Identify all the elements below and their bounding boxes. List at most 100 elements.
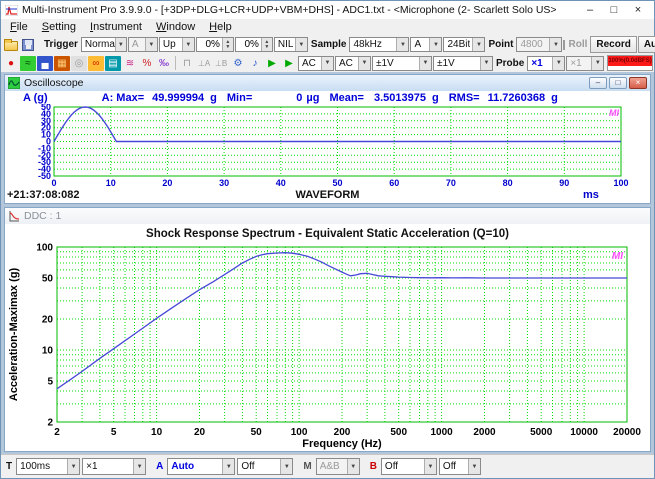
scope-restore-button[interactable]: □ (609, 77, 627, 89)
menu-setting[interactable]: Setting (35, 21, 83, 33)
coupling-a-select[interactable]: AC▼ (298, 56, 334, 71)
sample-channel-select[interactable]: A▼ (410, 37, 442, 52)
svg-text:2: 2 (47, 418, 53, 429)
multimeter-icon[interactable]: ◎ (71, 56, 87, 71)
dropdown-arrow-icon: ▼ (549, 38, 561, 51)
trigger-level-value: 0% (197, 38, 222, 51)
svg-text:80: 80 (503, 178, 513, 188)
svg-text:10000: 10000 (570, 427, 598, 438)
derived-data-icon[interactable]: ‰ (156, 56, 172, 71)
oscilloscope-titlebar[interactable]: Oscilloscope – □ × (5, 75, 650, 91)
waveform-x-unit: ms (583, 189, 599, 201)
trigger-edge-value: Up (160, 39, 176, 50)
coupling-b-select[interactable]: AC▼ (335, 56, 371, 71)
math-label: M (301, 461, 313, 472)
stat-min-value: 0 (296, 92, 302, 104)
svg-text:30: 30 (219, 178, 229, 188)
channel-a-extra-select[interactable]: Off▼ (237, 458, 293, 475)
probe-a-select[interactable]: ×1▼ (527, 56, 565, 71)
minimize-button[interactable]: – (578, 4, 602, 16)
stepper-arrows-icon: ▲▼ (261, 38, 272, 51)
save-file-button[interactable] (20, 37, 36, 52)
svg-text:60: 60 (389, 178, 399, 188)
sweep-time-select[interactable]: 100ms▼ (16, 458, 80, 475)
mdi-client-area: Oscilloscope – □ × A (g) A: Max= 49.9999… (1, 72, 654, 454)
record-button[interactable]: Record (590, 36, 636, 53)
sample-channel-value: A (411, 39, 421, 50)
menu-file[interactable]: File (3, 21, 35, 33)
svg-text:Acceleration-Maximax (g): Acceleration-Maximax (g) (8, 268, 20, 402)
trigger-edge-select[interactable]: Up ▼ (159, 37, 195, 52)
maximize-button[interactable]: □ (602, 4, 626, 16)
spectrogram-icon[interactable]: ▦ (54, 56, 70, 71)
roll-checkbox[interactable] (563, 40, 565, 50)
spectrum-analyzer-icon[interactable]: ▄ (37, 56, 53, 71)
oscilloscope-stats-row: A (g) A: Max= 49.999994 g Min= 0 µg Mean… (5, 91, 650, 104)
svg-text:500: 500 (390, 427, 407, 438)
channel-b-label: B (368, 461, 379, 472)
run-icon[interactable]: ▶ (264, 56, 280, 71)
channel-b-extra-select[interactable]: Off▼ (439, 458, 481, 475)
menu-window[interactable]: Window (149, 21, 202, 33)
hold-icon[interactable]: ⊓ (179, 56, 195, 71)
menu-help[interactable]: Help (202, 21, 239, 33)
menu-instrument[interactable]: Instrument (83, 21, 149, 33)
stat-max-unit: g (210, 92, 217, 104)
svg-text:200: 200 (334, 427, 351, 438)
svg-text:100: 100 (36, 243, 53, 254)
toolbar-trigger-sample: Trigger Normal▼ A▼ Up▼ 0%▲▼ 0%▲▼ NIL▼ Sa… (1, 35, 654, 54)
point-count-select[interactable]: 4800▼ (516, 37, 562, 52)
range-a-select[interactable]: ±1V▼ (372, 56, 432, 71)
sound-output-icon[interactable]: ♪ (247, 56, 263, 71)
srs-chart-area: Shock Response Spectrum - Equivalent Sta… (5, 224, 650, 451)
dropdown-arrow-icon: ▼ (182, 38, 194, 51)
open-file-button[interactable] (3, 37, 19, 52)
svg-text:70: 70 (446, 178, 456, 188)
channel-b-mode-select[interactable]: Off▼ (381, 458, 437, 475)
probe-b-value: ×1 (567, 58, 581, 69)
channel-a-mode-select[interactable]: Auto▼ (167, 458, 235, 475)
channel-a-mode-value: Auto (168, 461, 194, 472)
trigger-source-select[interactable]: A▼ (128, 37, 158, 52)
save-icon (22, 39, 34, 51)
zero-b-icon[interactable]: ⊥B (213, 56, 229, 71)
trigger-mode-select[interactable]: Normal▼ (81, 37, 127, 52)
close-button[interactable]: × (626, 4, 650, 16)
svg-text:1000: 1000 (430, 427, 453, 438)
trigger-delay-stepper[interactable]: 0%▲▼ (235, 37, 273, 52)
probe-b-select[interactable]: ×1 ▼ (566, 56, 604, 71)
svg-text:20: 20 (162, 178, 172, 188)
octave-analyzer-icon[interactable]: ▤ (105, 56, 121, 71)
lissajous-icon[interactable]: ∞ (88, 56, 104, 71)
separator (175, 56, 176, 70)
scope-close-button[interactable]: × (629, 77, 647, 89)
zero-a-icon[interactable]: ⊥A (196, 56, 212, 71)
bit-depth-select[interactable]: 24Bit▼ (443, 37, 485, 52)
roll-label: Roll (566, 39, 589, 50)
stat-min-unit: µg (306, 92, 319, 104)
dropdown-arrow-icon: ▼ (591, 57, 603, 70)
coupling-a-value: AC (299, 58, 316, 69)
sample-rate-select[interactable]: 48kHz▼ (349, 37, 409, 52)
math-mode-select[interactable]: A&B▼ (316, 458, 360, 475)
auto-button[interactable]: Auto (638, 36, 655, 53)
scope-minimize-button[interactable]: – (589, 77, 607, 89)
svg-text:50: 50 (332, 178, 342, 188)
run-restart-icon[interactable]: ▶ (281, 56, 297, 71)
ddc-titlebar[interactable]: DDC : 1 (5, 208, 650, 224)
range-b-select[interactable]: ±1V▼ (433, 56, 493, 71)
settings-wrench-icon[interactable]: ⚙ (230, 56, 246, 71)
stat-rms-unit: g (551, 92, 558, 104)
menubar: FileSettingInstrumentWindowHelp (1, 19, 654, 35)
ddp-viewer-icon[interactable]: % (139, 56, 155, 71)
multi-trace-icon[interactable]: ≋ (122, 56, 138, 71)
trigger-level-stepper[interactable]: 0%▲▼ (196, 37, 234, 52)
oscilloscope-icon[interactable]: ≈ (20, 56, 36, 71)
bottom-toolbar: T 100ms▼ ×1▼ A Auto▼ Off▼ M A&B▼ B Off▼ … (1, 454, 654, 478)
sweep-time-value: 100ms (17, 461, 50, 472)
trigger-hpf-select[interactable]: NIL▼ (274, 37, 308, 52)
svg-text:40: 40 (276, 178, 286, 188)
svg-text:2: 2 (54, 427, 60, 438)
sweep-mult-select[interactable]: ×1▼ (82, 458, 146, 475)
record-icon[interactable]: ● (3, 56, 19, 71)
